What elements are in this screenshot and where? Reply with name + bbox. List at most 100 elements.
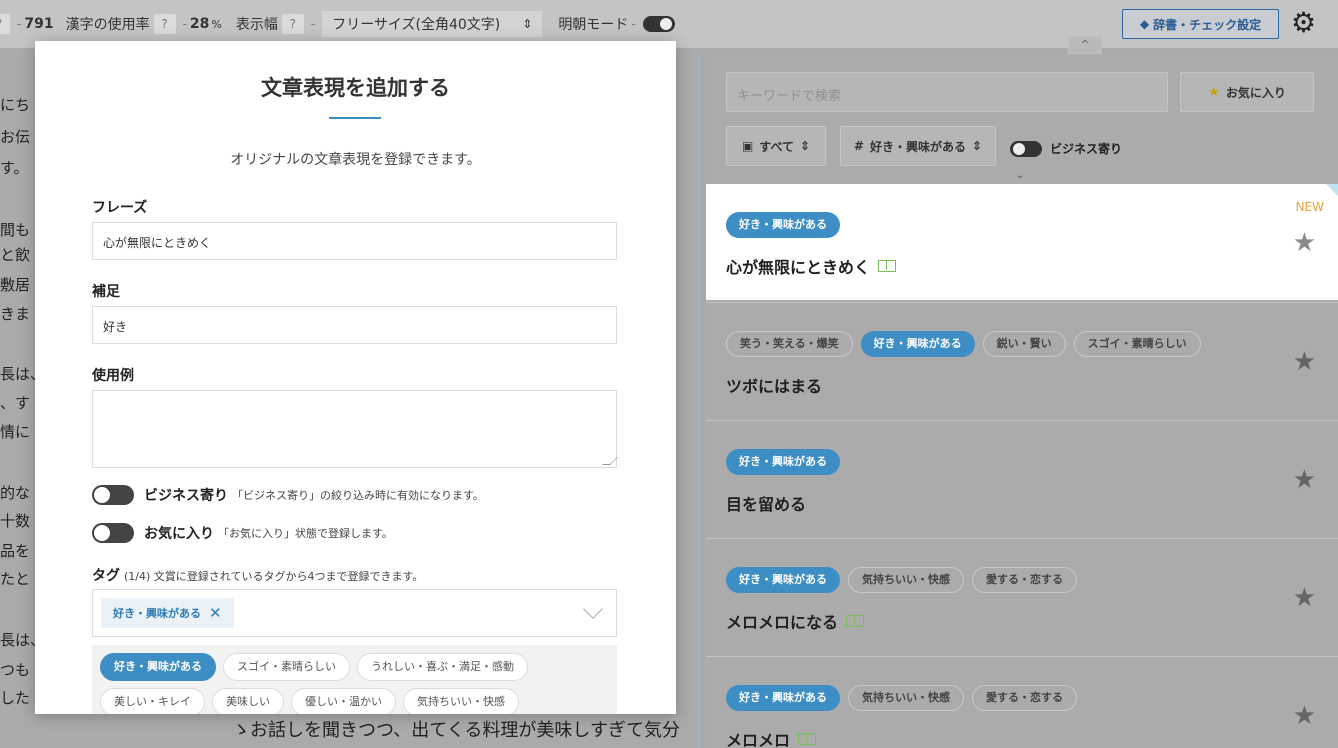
editor-line: 的な	[0, 484, 31, 502]
editor-line: した	[0, 689, 31, 707]
editor-line: す。	[0, 159, 29, 177]
expression-card[interactable]: 笑う・笑える・爆笑 好き・興味がある 鋭い・賢い スゴイ・素晴らしい ツボにはま…	[706, 302, 1338, 418]
title-underline	[329, 117, 381, 119]
tag-chip[interactable]: 好き・興味がある	[726, 567, 840, 593]
example-textarea[interactable]	[92, 390, 618, 468]
display-width-select[interactable]: フリーサイズ(全角40文字) ⇕	[322, 11, 543, 37]
char-count-help-icon[interactable]: ?	[0, 14, 10, 34]
tag-option[interactable]: 美味しい	[212, 688, 284, 714]
editor-line: 情に	[0, 423, 31, 441]
tag-chip[interactable]: 好き・興味がある	[860, 331, 975, 357]
display-width-label: 表示幅	[235, 17, 278, 33]
dictionary-settings-button[interactable]: ◆ 辞書・チェック設定	[1122, 9, 1279, 39]
editor-line: 、す	[0, 394, 31, 412]
separator: -	[182, 17, 187, 31]
tag-option[interactable]: 美しい・キレイ	[100, 688, 205, 714]
mincho-mode-toggle[interactable]	[642, 16, 675, 32]
star-icon[interactable]: ★	[1293, 701, 1316, 731]
dictionary-settings-label: 辞書・チェック設定	[1153, 17, 1262, 32]
business-filter-label: ビジネス寄り	[1050, 142, 1123, 156]
editor-line: 十数	[0, 512, 31, 530]
tag-chip[interactable]: スゴイ・素晴らしい	[1073, 331, 1201, 357]
gear-icon[interactable]: ⚙	[1291, 9, 1319, 37]
keyword-search-input[interactable]: キーワードで検索	[726, 72, 1168, 112]
star-icon[interactable]: ★	[1293, 465, 1316, 495]
selected-tag-label: 好き・興味がある	[113, 607, 201, 620]
tag-option[interactable]: 優しい・温かい	[291, 688, 396, 714]
note-input[interactable]: 好き	[92, 306, 617, 344]
favorite-option-row: お気に入り 「お気に入り」状態で登録します。	[92, 523, 393, 543]
tag-chip[interactable]: 気持ちいい・快感	[848, 685, 964, 711]
editor-line: つも	[0, 661, 31, 679]
phrase-input[interactable]: 心が無限にときめく	[92, 222, 617, 260]
book-icon	[878, 260, 897, 272]
note-label: 補足	[92, 284, 120, 300]
favorites-filter-label: お気に入り	[1225, 85, 1286, 100]
tag-chip[interactable]: 好き・興味がある	[726, 449, 840, 475]
editor-line: お伝	[0, 128, 31, 146]
tag-chip[interactable]: 笑う・笑える・爆笑	[726, 331, 853, 357]
add-expression-dialog: 文章表現を追加する オリジナルの文章表現を登録できます。 フレーズ 心が無限にと…	[35, 41, 676, 714]
tag-chip[interactable]: 好き・興味がある	[726, 685, 840, 711]
star-icon[interactable]: ★	[1293, 347, 1316, 377]
separator: -	[17, 17, 22, 31]
star-icon: ★	[1208, 84, 1220, 100]
editor-line: たと	[0, 570, 31, 588]
tag-select[interactable]: 好き・興味がある ✕	[92, 589, 617, 637]
tag-chip[interactable]: 愛する・恋する	[972, 685, 1077, 711]
business-option-row: ビジネス寄り 「ビジネス寄り」の絞り込み時に有効になります。	[92, 485, 484, 505]
tag-option[interactable]: 気持ちいい・快感	[403, 688, 519, 714]
editor-line: ゝお話しを聞きつつ、出てくる料理が美味しすぎて気分	[232, 720, 681, 741]
select-arrows-icon: ⇕	[972, 139, 983, 153]
book-icon	[846, 615, 865, 627]
phrase-label: フレーズ	[92, 200, 148, 216]
favorite-toggle-label: お気に入り	[144, 526, 214, 542]
tag-option[interactable]: 好き・興味がある	[100, 653, 216, 681]
expression-card[interactable]: NEW 好き・興味がある 心が無限にときめく ★	[706, 184, 1338, 300]
expression-panel: キーワードで検索 ★ お気に入り ▣ すべて ⇕ # 好き・興味がある ⇕ ビジ…	[706, 54, 1338, 748]
business-toggle-label: ビジネス寄り	[144, 488, 228, 504]
expression-card[interactable]: 好き・興味がある 目を留める ★	[706, 420, 1338, 536]
select-arrows-icon: ⇕	[799, 139, 811, 153]
business-toggle[interactable]	[92, 485, 134, 505]
book-icon	[798, 733, 817, 745]
select-arrows-icon: ⇕	[522, 17, 533, 31]
tag-chip[interactable]: 気持ちいい・快感	[848, 567, 964, 593]
chevron-down-icon[interactable]: ⌄	[1016, 170, 1024, 181]
tag-chip[interactable]: 鋭い・賢い	[982, 331, 1066, 357]
tag-chip[interactable]: 好き・興味がある	[726, 212, 840, 238]
kanji-ratio-label: 漢字の使用率	[65, 17, 150, 33]
expression-card[interactable]: 好き・興味がある 気持ちいい・快感 愛する・恋する メロメロ ★	[706, 656, 1338, 748]
display-width-help-icon[interactable]: ?	[281, 14, 304, 34]
resize-handle-icon[interactable]	[602, 457, 618, 465]
close-icon[interactable]: ✕	[209, 604, 222, 622]
favorites-filter-button[interactable]: ★ お気に入り	[1180, 72, 1314, 112]
tag-chip[interactable]: 愛する・恋する	[972, 567, 1077, 593]
expression-phrase: ツボにはまる	[726, 377, 823, 396]
tag-option[interactable]: うれしい・喜ぶ・満足・感動	[357, 653, 528, 681]
kanji-ratio-value: 28	[189, 16, 210, 32]
collapse-toolbar-button[interactable]: ^	[1068, 36, 1102, 54]
star-icon[interactable]: ★	[1293, 583, 1316, 613]
kanji-ratio-help-icon[interactable]: ?	[153, 14, 176, 34]
expression-card[interactable]: 好き・興味がある 気持ちいい・快感 愛する・恋する メロメロになる ★	[706, 538, 1338, 654]
category-filter-label: すべて	[759, 139, 794, 154]
tag-option[interactable]: スゴイ・素晴らしい	[223, 653, 350, 681]
tag-filter-select[interactable]: # 好き・興味がある ⇕	[840, 126, 996, 166]
toggle-switch[interactable]	[1010, 140, 1042, 157]
favorite-toggle[interactable]	[92, 523, 134, 543]
expression-phrase: 目を留める	[726, 495, 807, 514]
tag-options: 好き・興味がある スゴイ・素晴らしい うれしい・喜ぶ・満足・感動 美しい・キレイ…	[92, 645, 617, 714]
expression-phrase: 心が無限にときめく	[726, 258, 871, 277]
dialog-title: 文章表現を追加する	[261, 76, 450, 100]
business-filter-toggle[interactable]: ビジネス寄り	[1010, 140, 1122, 157]
display-width-value: フリーサイズ(全角40文字)	[332, 17, 501, 33]
editor-line: 敷居	[0, 276, 31, 294]
chevron-down-icon[interactable]	[583, 599, 603, 619]
star-icon[interactable]: ★	[1293, 228, 1316, 258]
example-label: 使用例	[92, 368, 134, 384]
category-filter-select[interactable]: ▣ すべて ⇕	[726, 126, 826, 166]
selected-tag-chip[interactable]: 好き・興味がある ✕	[101, 598, 234, 628]
editor-line: と飲	[0, 246, 31, 264]
eraser-icon: ◆	[1139, 17, 1150, 31]
